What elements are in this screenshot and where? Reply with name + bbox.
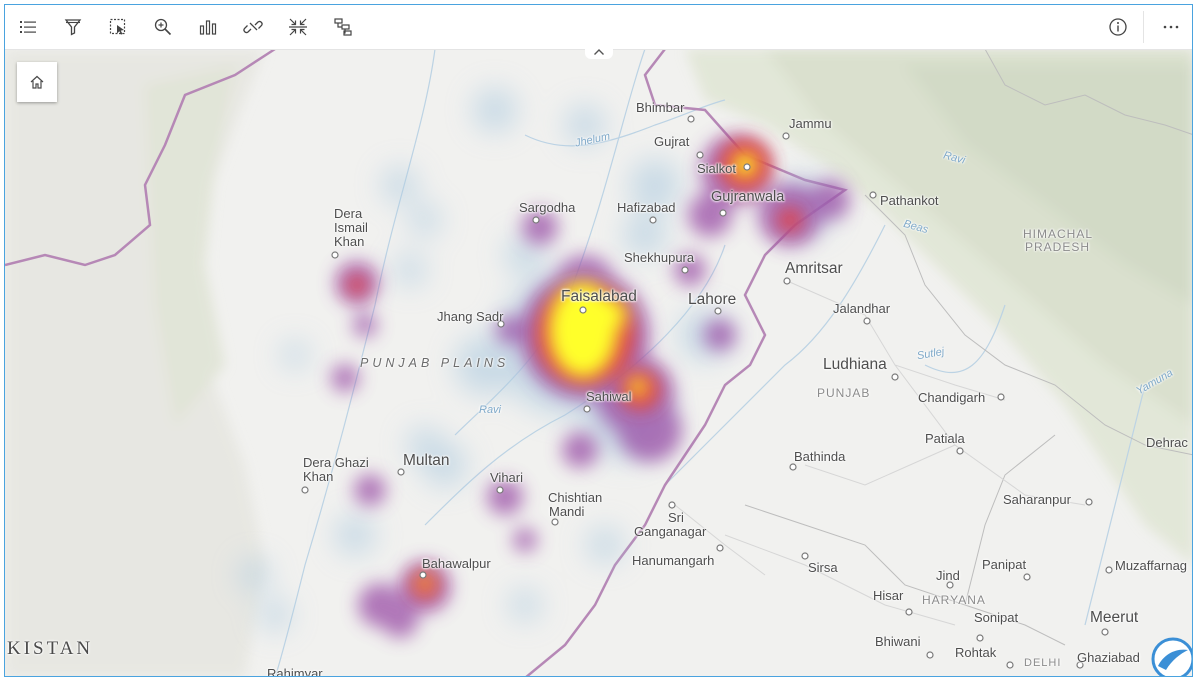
ellipsis-icon <box>1163 25 1179 29</box>
label-ghaziabad: Ghaziabad <box>1077 650 1140 665</box>
info-button[interactable] <box>1102 11 1134 43</box>
info-icon <box>1109 18 1127 36</box>
label-dehradun: Dehrac <box>1146 435 1188 450</box>
zoom-in-icon <box>154 18 172 36</box>
label-punjab-plains: PUNJAB PLAINS <box>360 356 510 370</box>
label-bhimbar: Bhimbar <box>636 100 685 115</box>
label-jalandhar: Jalandhar <box>833 301 891 316</box>
label-bhiwani: Bhiwani <box>875 634 921 649</box>
more-options-button[interactable] <box>1155 11 1187 43</box>
label-vihari: Vihari <box>490 470 524 485</box>
label-bathinda: Bathinda <box>794 449 846 464</box>
label-sahiwal: Sahiwal <box>586 389 632 404</box>
label-hafizabad: Hafizabad <box>617 200 676 215</box>
label-himachal-1: HIMACHAL <box>1023 227 1094 241</box>
legend-button[interactable] <box>12 11 44 43</box>
toolbar-separator <box>1143 11 1144 43</box>
label-delhi: DELHI <box>1024 657 1062 669</box>
label-sonipat: Sonipat <box>974 610 1019 625</box>
map-widget: Bhimbar Jammu Gujrat Sialkot Gujranwala … <box>4 4 1193 677</box>
home-button[interactable] <box>17 62 57 102</box>
label-gujranwala: Gujranwala <box>711 189 785 205</box>
filter-icon <box>64 19 82 36</box>
label-saharanpur: Saharanpur <box>1003 492 1071 507</box>
map-canvas[interactable] <box>5 5 1193 677</box>
label-sargodha: Sargodha <box>519 200 576 215</box>
hierarchy-icon <box>334 18 352 36</box>
label-multan: Multan <box>403 452 450 469</box>
label-meerut: Meerut <box>1090 609 1139 626</box>
label-jhang-sadr: Jhang Sadr <box>437 309 504 324</box>
label-lahore: Lahore <box>688 291 737 308</box>
selection-icon <box>109 18 126 35</box>
sort-button[interactable] <box>327 11 359 43</box>
chevron-up-icon <box>594 49 604 55</box>
label-sri-ganganagar-1: Sri <box>668 510 684 525</box>
label-rahimyar: Rahimyar <box>267 666 323 677</box>
link-icon <box>243 20 263 34</box>
label-faisalabad: Faisalabad <box>561 288 637 305</box>
bar-chart-icon <box>199 20 217 35</box>
label-gujrat: Gujrat <box>654 134 690 149</box>
label-jind: Jind <box>936 568 960 583</box>
label-dera-ghazi-khan-2: Khan <box>303 469 334 484</box>
label-shekhupura: Shekhupura <box>624 250 695 265</box>
fit-extent-icon <box>289 18 307 36</box>
zoom-to-button[interactable] <box>147 11 179 43</box>
label-dera-ghazi-khan-1: Dera Ghazi <box>303 455 369 470</box>
label-sri-ganganagar-2: Ganganagar <box>634 524 707 539</box>
label-bahawalpur: Bahawalpur <box>422 556 491 571</box>
link-button[interactable] <box>237 11 269 43</box>
label-punjab: PUNJAB <box>817 386 871 400</box>
label-amritsar: Amritsar <box>785 260 843 277</box>
label-chishtian-1: Chishtian <box>548 490 603 505</box>
label-hanumangarh: Hanumangarh <box>632 553 715 568</box>
label-chandigarh: Chandigarh <box>918 390 986 405</box>
label-panipat: Panipat <box>982 557 1027 572</box>
home-icon <box>30 75 44 89</box>
filter-button[interactable] <box>57 11 89 43</box>
label-sialkot: Sialkot <box>697 161 737 176</box>
list-icon <box>20 21 36 33</box>
label-himachal-2: PRADESH <box>1025 240 1091 254</box>
label-pathankot: Pathankot <box>880 193 939 208</box>
select-button[interactable] <box>102 11 134 43</box>
label-muzaffarnagar: Muzaffarnag <box>1115 558 1188 573</box>
chart-button[interactable] <box>192 11 224 43</box>
label-dera-ismail-khan-3: Khan <box>334 234 365 249</box>
label-jammu: Jammu <box>789 116 832 131</box>
label-dera-ismail-khan-2: Ismail <box>334 220 368 235</box>
river-label-ravi: Ravi <box>479 404 502 416</box>
label-ludhiana: Ludhiana <box>823 356 887 373</box>
label-patiala: Patiala <box>925 431 965 446</box>
label-hisar: Hisar <box>873 588 904 603</box>
label-dera-ismail-khan-1: Dera <box>334 206 363 221</box>
label-sirsa: Sirsa <box>808 560 838 575</box>
label-pakistan-partial: KISTAN <box>7 638 94 659</box>
zoom-extent-button[interactable] <box>282 11 314 43</box>
collapse-toolbar-button[interactable] <box>585 45 613 59</box>
label-rohtak: Rohtak <box>955 645 997 660</box>
label-chishtian-2: Mandi <box>549 504 585 519</box>
esri-logo <box>1151 637 1192 676</box>
label-haryana: HARYANA <box>922 593 986 607</box>
map-toolbar <box>5 5 1192 50</box>
